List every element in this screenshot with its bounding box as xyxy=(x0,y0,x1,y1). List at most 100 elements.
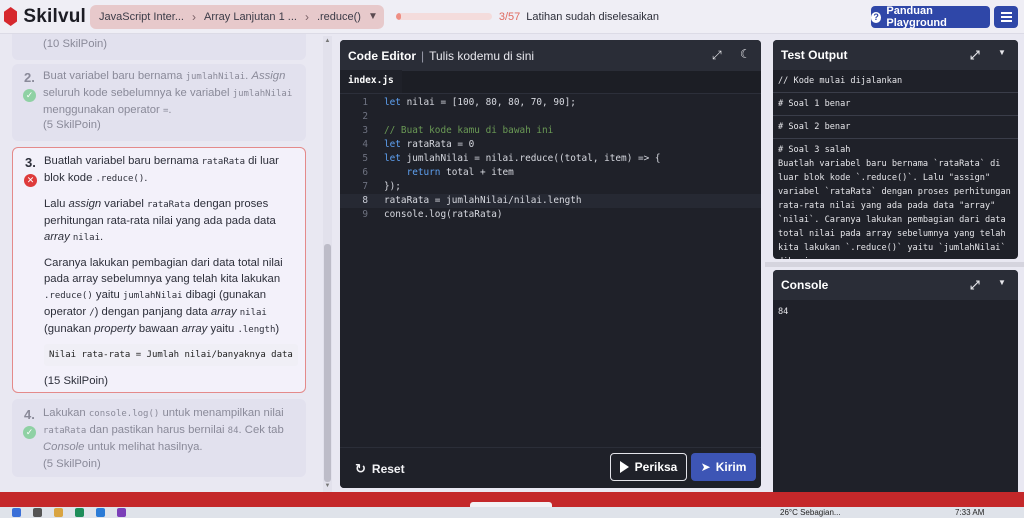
chevron-down-icon[interactable]: ▼ xyxy=(998,48,1006,57)
panel-divider[interactable] xyxy=(765,262,1024,267)
skilvul-logo-icon xyxy=(4,7,18,26)
console-header: Console ⤢ ▼ xyxy=(773,270,1018,300)
code-line[interactable]: 7}); xyxy=(340,180,761,194)
formula-block: Nilai rata-rata = Jumlah nilai/banyaknya… xyxy=(44,344,298,366)
line-number: 4 xyxy=(362,139,368,150)
code-text: console.log(rataRata) xyxy=(384,209,503,220)
app-icon[interactable] xyxy=(117,508,126,517)
play-icon xyxy=(619,461,629,473)
code-text: let nilai = [100, 80, 80, 70, 90]; xyxy=(384,97,576,108)
output-row: # Soal 1 benar xyxy=(773,93,1018,116)
search-icon[interactable] xyxy=(33,508,42,517)
editor-footer: ↻ Reset Periksa ➤ Kirim xyxy=(340,447,761,488)
code-text: }); xyxy=(384,181,401,192)
step-points: (5 SkilPoin) xyxy=(43,458,101,470)
step-number: 3. xyxy=(25,155,36,170)
editor-subtitle: Tulis kodemu di sini xyxy=(429,48,535,63)
menu-button[interactable] xyxy=(994,6,1018,28)
output-row: # Soal 3 salah Buatlah variabel baru ber… xyxy=(773,139,1018,259)
code-text: return total + item xyxy=(406,167,514,178)
breadcrumb[interactable]: JavaScript Inter... › Array Lanjutan 1 .… xyxy=(90,4,384,29)
step-card-3: 3. ✕ Buatlah variabel baru bernama rataR… xyxy=(12,147,306,393)
test-output-title: Test Output xyxy=(781,48,848,62)
code-line[interactable]: 2 xyxy=(340,110,761,124)
weather-text: 26°C Sebagian... xyxy=(780,508,841,517)
line-number: 8 xyxy=(362,195,368,206)
step-paragraph-3: Caranya lakukan pembagian dari data tota… xyxy=(44,257,283,335)
expand-icon[interactable]: ⤢ xyxy=(970,48,980,63)
breadcrumb-lesson[interactable]: .reduce() xyxy=(314,11,364,23)
step-points: (10 SkilPoin) xyxy=(43,38,108,50)
line-number: 3 xyxy=(362,125,368,136)
scroll-up-icon[interactable]: ▲ xyxy=(324,37,331,45)
output-message: Buatlah variabel baru bernama `rataRata`… xyxy=(778,159,1011,259)
test-output-header: Test Output ⤢ ▼ xyxy=(773,40,1018,70)
code-line[interactable]: 6 return total + item xyxy=(340,166,761,180)
code-area[interactable]: 1 let nilai = [100, 80, 80, 70, 90]; 2 3 // … xyxy=(340,96,761,222)
progress-fill xyxy=(395,13,401,20)
expand-icon[interactable]: ⤢ xyxy=(970,278,980,293)
step-text: Lakukan console.log() untuk menampilkan … xyxy=(43,407,284,453)
line-number: 1 xyxy=(362,97,368,108)
console-body xyxy=(773,322,1018,492)
scroll-down-icon[interactable]: ▼ xyxy=(324,482,331,490)
submit-button[interactable]: ➤ Kirim xyxy=(691,453,756,481)
check-icon: ✓ xyxy=(23,89,36,102)
code-line[interactable]: 8 rataRata = jumlahNilai/nilai.length xyxy=(340,194,761,208)
step-number: 4. xyxy=(24,407,35,422)
code-editor: Code Editor | Tulis kodemu di sini ⤢ ☾ i… xyxy=(340,40,761,488)
console-title: Console xyxy=(781,278,829,292)
chevron-down-icon[interactable]: ▼ xyxy=(368,11,378,22)
start-icon[interactable] xyxy=(12,508,21,517)
code-line[interactable]: 5 let jumlahNilai = nilai.reduce((total, … xyxy=(340,152,761,166)
step-card-2: 2. ✓ Buat variabel baru bernama jumlahNi… xyxy=(12,64,306,141)
code-text: // Buat kode kamu di bawah ini xyxy=(384,125,554,136)
instructions-panel: (10 SkilPoin) 2. ✓ Buat variabel baru be… xyxy=(0,34,322,492)
step-points: (15 SkilPoin) xyxy=(44,375,109,387)
step-paragraph-1: Buatlah variabel baru bernama rataRata d… xyxy=(44,155,279,184)
chevron-down-icon[interactable]: ▼ xyxy=(998,278,1006,287)
expand-icon[interactable]: ⤢ xyxy=(712,48,722,63)
output-row: // Kode mulai dijalankan xyxy=(773,70,1018,93)
editor-header: Code Editor | Tulis kodemu di sini ⤢ ☾ xyxy=(340,40,761,71)
line-number: 5 xyxy=(362,153,368,164)
file-tab[interactable]: index.js xyxy=(340,70,402,93)
code-text: let rataRata = 0 xyxy=(384,139,475,150)
instructions-scrollbar[interactable]: ▲ ▼ xyxy=(323,36,332,492)
scrollbar-thumb[interactable] xyxy=(324,244,331,482)
code-text: let jumlahNilai = nilai.reduce((total, i… xyxy=(384,153,661,164)
guide-button[interactable]: ? Panduan Playground xyxy=(871,5,990,29)
code-line[interactable]: 9 console.log(rataRata) xyxy=(340,208,761,222)
os-taskbar xyxy=(0,507,1024,518)
code-line[interactable]: 4 let rataRata = 0 xyxy=(340,138,761,152)
line-number: 9 xyxy=(362,209,368,220)
reset-label: Reset xyxy=(371,462,405,476)
send-icon: ➤ xyxy=(700,460,711,474)
edge-icon[interactable] xyxy=(96,508,105,517)
code-line[interactable]: 3 // Buat kode kamu di bawah ini xyxy=(340,124,761,138)
submit-label: Kirim xyxy=(715,460,747,474)
moon-icon[interactable]: ☾ xyxy=(740,47,751,61)
check-button[interactable]: Periksa xyxy=(610,453,687,481)
line-number: 7 xyxy=(362,181,368,192)
question-icon: ? xyxy=(871,11,882,23)
breadcrumb-module[interactable]: Array Lanjutan 1 ... xyxy=(201,11,300,23)
check-icon: ✓ xyxy=(23,426,36,439)
chevron-right-icon: › xyxy=(304,9,309,24)
step-number: 2. xyxy=(24,70,35,85)
output-status: # Soal 3 salah xyxy=(778,145,851,155)
breadcrumb-course[interactable]: JavaScript Inter... xyxy=(96,11,187,23)
editor-tabbar: index.js xyxy=(340,70,761,94)
test-output-panel: Test Output ⤢ ▼ // Kode mulai dijalankan… xyxy=(773,40,1018,259)
progress-count: 3/57 xyxy=(498,10,521,23)
brand-logo[interactable]: Skilvul xyxy=(4,6,86,28)
reset-button[interactable]: ↻ Reset xyxy=(355,461,405,477)
editor-title: Code Editor xyxy=(348,48,416,63)
check-label: Periksa xyxy=(634,460,678,474)
folder-icon[interactable] xyxy=(54,508,63,517)
step-card-4: 4. ✓ Lakukan console.log() untuk menampi… xyxy=(12,399,306,477)
reset-icon: ↻ xyxy=(355,461,366,476)
chevron-right-icon: › xyxy=(191,9,196,24)
code-line[interactable]: 1 let nilai = [100, 80, 80, 70, 90]; xyxy=(340,96,761,110)
chrome-icon[interactable] xyxy=(75,508,84,517)
